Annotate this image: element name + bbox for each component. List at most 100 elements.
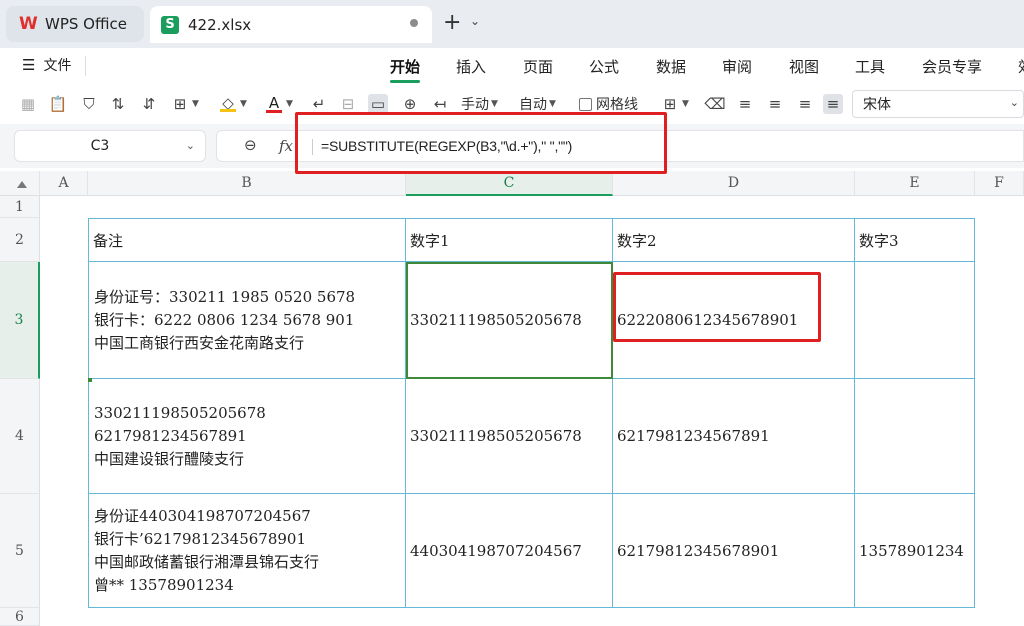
new-tab-chevron-icon[interactable]: ⌄ <box>470 14 480 28</box>
cell-b5[interactable]: 身份证440304198707204567 银行卡’62179812345678… <box>89 494 406 608</box>
insert-function-icon[interactable]: fx <box>279 137 293 155</box>
font-color-icon[interactable]: A <box>264 94 284 114</box>
zoom-icon[interactable]: ⊖ <box>244 136 257 154</box>
cell-d5[interactable]: 62179812345678901 <box>613 494 855 608</box>
menu-tab-page[interactable]: 页面 <box>523 56 553 77</box>
cell-d4[interactable]: 6217981234567891 <box>613 379 855 494</box>
fit-row-icon[interactable]: ▭ <box>368 94 388 114</box>
wrap-mode-icon[interactable]: ↤ <box>430 94 450 114</box>
merge-cells-icon[interactable]: ⊟ <box>338 94 358 114</box>
clear-format-icon[interactable]: ⌫ <box>704 94 725 114</box>
gridlines-label: 网格线 <box>596 97 638 113</box>
align-left-icon[interactable]: ≡ <box>735 94 755 114</box>
cell-b4[interactable]: 330211198505205678 6217981234567891 中国建设… <box>89 379 406 494</box>
cell-c5[interactable]: 440304198707204567 <box>406 494 613 608</box>
note-line: 6217981234567891 <box>94 426 247 445</box>
align-right-icon[interactable]: ≡ <box>795 94 815 114</box>
note-line: 身份证号：330211 1985 0520 5678 <box>94 287 356 306</box>
fill-color-chevron-icon[interactable]: ▼ <box>240 99 247 109</box>
formula-input[interactable]: ⊖ fx =SUBSTITUTE(REGEXP(B3,"\d.+")," ","… <box>216 130 1024 162</box>
fill-color-icon[interactable]: ◇ <box>218 94 238 114</box>
font-family-chevron-icon: ⌄ <box>1009 96 1019 109</box>
select-all-corner[interactable] <box>0 171 40 196</box>
cell-e5[interactable]: 13578901234 <box>855 494 975 608</box>
note-line: 330211198505205678 <box>94 403 266 422</box>
filter-icon[interactable]: ⛉ <box>79 94 99 114</box>
border-icon[interactable]: ⊞ <box>170 94 190 114</box>
menu-tab-insert[interactable]: 插入 <box>456 56 486 77</box>
name-box-chevron-icon[interactable]: ⌄ <box>186 139 195 152</box>
row-header-1[interactable]: 1 <box>0 196 40 218</box>
cell-c4[interactable]: 330211198505205678 <box>406 379 613 494</box>
unsaved-dot-icon[interactable] <box>410 19 418 27</box>
menu-tab-member[interactable]: 会员专享 <box>922 56 982 77</box>
menu-tab-data[interactable]: 数据 <box>656 56 686 77</box>
hamburger-icon: ☰ <box>22 56 36 74</box>
insert-row-icon[interactable]: ⊕ <box>400 94 420 114</box>
formula-text[interactable]: =SUBSTITUTE(REGEXP(B3,"\d.+")," ","") <box>321 138 572 154</box>
column-header-e[interactable]: E <box>855 171 975 196</box>
row-header-2[interactable]: 2 <box>0 218 40 262</box>
align-center-icon[interactable]: ≡ <box>765 94 785 114</box>
cell-b2[interactable]: 备注 <box>89 219 406 262</box>
active-tab-indicator <box>390 80 420 83</box>
wps-logo-icon: W <box>19 14 38 34</box>
menu-tab-formula[interactable]: 公式 <box>589 56 619 77</box>
menu-tab-review[interactable]: 审阅 <box>722 56 752 77</box>
manual-wrap-label: 手动 <box>461 97 489 113</box>
new-tab-button[interactable]: + <box>443 11 461 35</box>
cell-d2[interactable]: 数字2 <box>613 219 855 262</box>
tab-wps-home[interactable]: W WPS Office <box>6 6 144 42</box>
file-menu-label: 文件 <box>43 58 72 74</box>
auto-wrap-label: 自动 <box>519 97 547 113</box>
number-format-icon[interactable]: ▦ <box>18 94 38 114</box>
gridlines-toggle[interactable]: 网格线 <box>579 93 638 115</box>
menu-tab-view[interactable]: 视图 <box>789 56 819 77</box>
file-menu[interactable]: ☰ 文件 <box>22 55 71 75</box>
menu-tab-efficiency[interactable]: 效 <box>1018 56 1024 77</box>
sort-ascending-icon[interactable]: ⇅ <box>108 94 128 114</box>
sort-descending-icon[interactable]: ⇵ <box>139 94 159 114</box>
note-line: 银行卡：6222 0806 1234 5678 901 <box>94 310 355 329</box>
justify-icon[interactable]: ≡ <box>823 94 843 114</box>
row-header-6[interactable]: 6 <box>0 608 40 626</box>
cell-e3[interactable] <box>855 262 975 379</box>
note-line: 银行卡’62179812345678901 <box>94 529 307 548</box>
column-header-c[interactable]: C <box>406 171 613 196</box>
font-family-select[interactable]: 宋体 ⌄ <box>852 90 1024 118</box>
manual-wrap-button[interactable]: 手动 ▼ <box>461 93 498 115</box>
fill-handle[interactable] <box>88 378 92 382</box>
formula-divider <box>312 139 313 155</box>
column-header-b[interactable]: B <box>88 171 406 196</box>
column-header-a[interactable]: A <box>40 171 88 196</box>
row-header-4[interactable]: 4 <box>0 379 40 494</box>
manual-wrap-chevron-icon: ▼ <box>491 99 498 109</box>
column-header-f[interactable]: F <box>975 171 1024 196</box>
cell-d3[interactable]: 6222080612345678901 <box>613 262 855 379</box>
name-box[interactable]: C3 ⌄ <box>14 130 206 162</box>
name-box-value: C3 <box>90 138 110 154</box>
font-color-chevron-icon[interactable]: ▼ <box>286 99 293 109</box>
auto-wrap-button[interactable]: 自动 ▼ <box>519 93 556 115</box>
font-family-value: 宋体 <box>863 97 891 113</box>
gridlines-checkbox[interactable] <box>579 97 592 111</box>
menu-tab-home[interactable]: 开始 <box>390 56 420 77</box>
menu-tab-tools[interactable]: 工具 <box>855 56 885 77</box>
row-header-5[interactable]: 5 <box>0 494 40 608</box>
auto-wrap-chevron-icon: ▼ <box>549 99 556 109</box>
column-header-d[interactable]: D <box>613 171 855 196</box>
cell-b3[interactable]: 身份证号：330211 1985 0520 5678 银行卡：6222 0806… <box>89 262 406 379</box>
freeze-panes-chevron-icon[interactable]: ▼ <box>682 99 689 109</box>
cell-e4[interactable] <box>855 379 975 494</box>
row-header-3[interactable]: 3 <box>0 262 40 379</box>
cell-c2[interactable]: 数字1 <box>406 219 613 262</box>
freeze-panes-icon[interactable]: ⊞ <box>660 94 680 114</box>
cell-e2[interactable]: 数字3 <box>855 219 975 262</box>
border-chevron-icon[interactable]: ▼ <box>192 99 199 109</box>
paste-special-icon[interactable]: 📋 <box>48 94 68 114</box>
tab-wps-label: WPS Office <box>45 15 127 33</box>
wrap-text-icon[interactable]: ↵ <box>309 94 329 114</box>
cell-c3[interactable]: 330211198505205678 <box>406 262 613 379</box>
tab-document[interactable]: S 422.xlsx <box>150 6 432 43</box>
menu-bar: ☰ 文件 开始 插入 页面 公式 数据 审阅 视图 工具 会员专享 效 <box>0 48 1024 84</box>
